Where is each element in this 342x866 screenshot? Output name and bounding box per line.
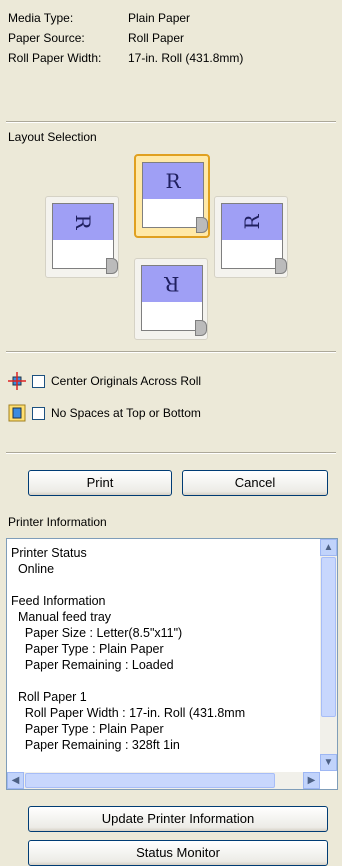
printer-info-line: Manual feed tray <box>11 610 112 624</box>
printer-info-line: Paper Type : Plain Paper <box>11 722 164 736</box>
paper-source-label: Paper Source: <box>8 31 85 45</box>
layout-option-top[interactable]: R <box>134 154 210 238</box>
layout-option-bottom[interactable]: R <box>134 258 208 340</box>
printer-info-line: Roll Paper Width : 17-in. Roll (431.8mm <box>11 706 246 720</box>
scroll-down-icon[interactable]: ▼ <box>320 754 337 771</box>
separator <box>6 452 336 454</box>
printer-info-line: Paper Remaining : 328ft 1in <box>11 738 180 752</box>
printer-info-line: Roll Paper 1 <box>11 690 87 704</box>
center-originals-checkbox[interactable] <box>32 374 45 388</box>
center-align-icon <box>8 372 26 390</box>
center-originals-label: Center Originals Across Roll <box>51 374 202 388</box>
separator <box>6 121 336 123</box>
horizontal-scrollbar[interactable]: ◀ ▶ <box>7 772 320 789</box>
status-monitor-button[interactable]: Status Monitor <box>28 840 328 866</box>
print-button[interactable]: Print <box>28 470 172 496</box>
roll-width-value: 17-in. Roll (431.8mm) <box>128 51 244 65</box>
layout-letter: R <box>240 214 264 230</box>
no-spaces-icon <box>8 404 26 422</box>
vertical-scrollbar[interactable]: ▲ ▼ <box>320 539 337 771</box>
vertical-scroll-thumb[interactable] <box>321 557 336 717</box>
roll-width-label: Roll Paper Width: <box>8 51 102 65</box>
scroll-left-icon[interactable]: ◀ <box>7 772 24 789</box>
update-printer-info-button[interactable]: Update Printer Information <box>28 806 328 832</box>
printer-info-line: Online <box>11 562 55 576</box>
no-spaces-checkbox[interactable] <box>32 406 45 420</box>
layout-option-left[interactable]: R <box>45 196 119 278</box>
printer-info-panel[interactable]: Printer Status Online Feed Information M… <box>6 538 338 790</box>
media-type-value: Plain Paper <box>128 11 191 25</box>
media-type-label: Media Type: <box>8 11 74 25</box>
paper-info: Media Type: Plain Paper Paper Source: Roll… <box>8 8 243 68</box>
scroll-up-icon[interactable]: ▲ <box>320 539 337 556</box>
layout-selection-title: Layout Selection <box>8 130 97 144</box>
layout-letter: R <box>165 169 181 193</box>
paper-source-value: Roll Paper <box>128 31 185 45</box>
printer-info-text: Printer Status Online Feed Information M… <box>11 545 245 753</box>
cancel-button[interactable]: Cancel <box>182 470 328 496</box>
printer-info-line: Feed Information <box>11 594 106 608</box>
printer-info-title: Printer Information <box>8 515 107 529</box>
printer-info-line: Paper Remaining : Loaded <box>11 658 174 672</box>
printer-info-line <box>11 577 245 593</box>
printer-info-line: Paper Size : Letter(8.5"x11") <box>11 626 183 640</box>
center-originals-option[interactable]: Center Originals Across Roll <box>8 372 201 390</box>
layout-option-right[interactable]: R <box>214 196 288 278</box>
layout-letter: R <box>164 272 180 296</box>
printer-info-line <box>11 673 245 689</box>
printer-info-line: Printer Status <box>11 546 87 560</box>
scroll-right-icon[interactable]: ▶ <box>303 772 320 789</box>
layout-letter: R <box>71 214 95 230</box>
no-spaces-option[interactable]: No Spaces at Top or Bottom <box>8 404 201 422</box>
printer-info-line: Paper Type : Plain Paper <box>11 642 164 656</box>
horizontal-scroll-thumb[interactable] <box>25 773 275 788</box>
separator <box>6 351 336 353</box>
no-spaces-label: No Spaces at Top or Bottom <box>51 406 201 420</box>
